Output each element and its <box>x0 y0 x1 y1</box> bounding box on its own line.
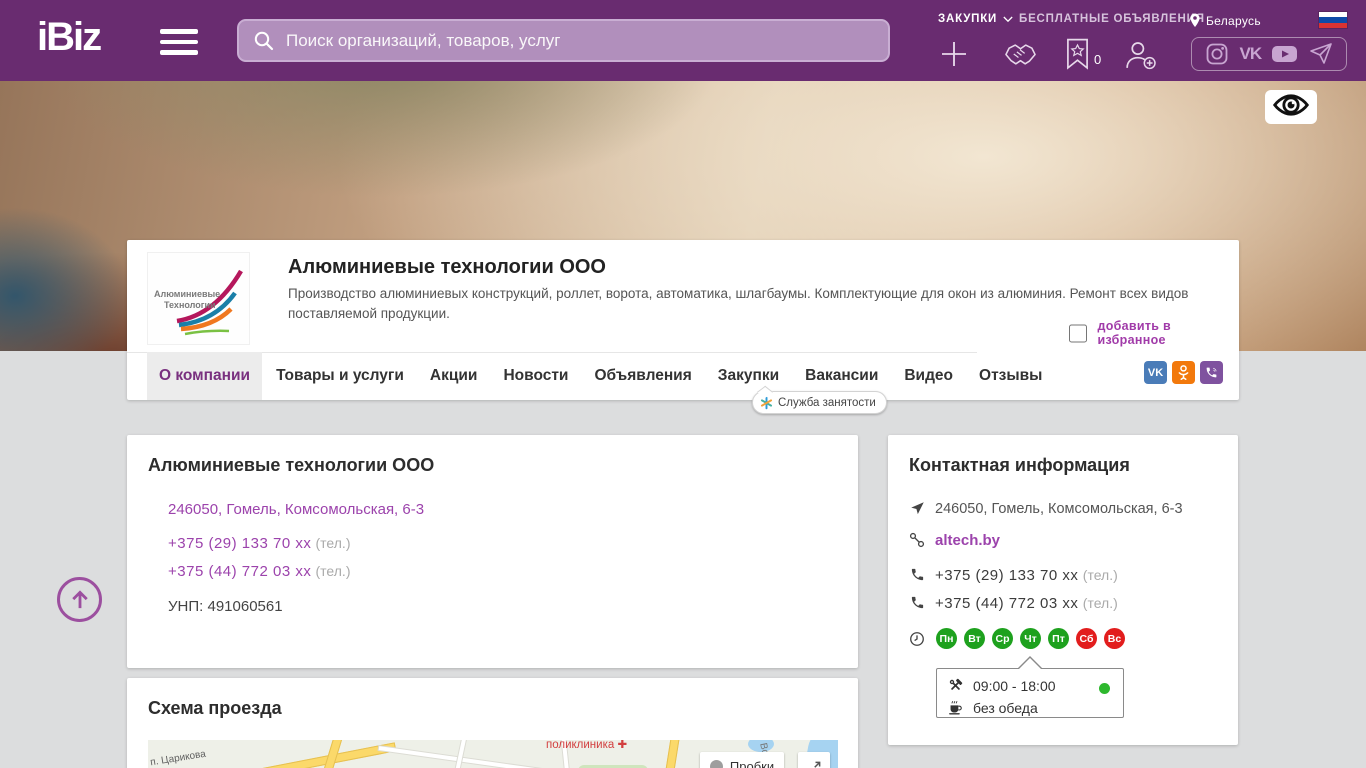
map-poi-label: поликлиника ✚ <box>546 740 627 751</box>
phone-link[interactable]: +375 (29) 133 70 xx <box>168 535 311 552</box>
tab-akcii[interactable]: Акции <box>418 352 490 400</box>
tab-video[interactable]: Видео <box>892 352 965 400</box>
map-expand-button[interactable] <box>798 752 830 768</box>
about-unp: УНП: 491060561 <box>168 598 283 615</box>
header-social-links: VK <box>1191 37 1347 71</box>
handshake-icon <box>1002 42 1039 69</box>
workday-Пн[interactable]: Пн <box>936 628 957 649</box>
scroll-top-icon <box>67 587 93 613</box>
instagram-icon[interactable] <box>1205 42 1229 66</box>
youtube-icon[interactable] <box>1271 43 1298 65</box>
nav-procurement[interactable]: ЗАКУПКИ <box>938 13 1013 25</box>
vacancies-tooltip-label: Служба занятости <box>778 397 876 409</box>
bookmark-star-icon <box>1064 38 1091 70</box>
company-description: Производство алюминиевых конструкций, ро… <box>288 284 1213 324</box>
contact-title: Контактная информация <box>909 455 1130 476</box>
eye-icon <box>1271 92 1311 123</box>
workday-Чт[interactable]: Чт <box>1020 628 1041 649</box>
workday-Сб[interactable]: Сб <box>1076 628 1097 649</box>
tab-otzyvy[interactable]: Отзывы <box>967 352 1054 400</box>
add-user-icon <box>1122 40 1158 70</box>
search-bar <box>237 19 890 62</box>
scroll-to-top-button[interactable] <box>57 577 102 622</box>
company-card: АлюминиевыеТехнологии Алюминиевые технол… <box>127 240 1239 400</box>
company-social-links: VK <box>1144 361 1223 384</box>
about-card: Алюминиевые технологии ООО 246050, Гомел… <box>127 435 858 668</box>
coffee-icon <box>947 699 964 716</box>
plus-icon <box>938 38 970 70</box>
company-logo: АлюминиевыеТехнологии <box>147 252 250 345</box>
contact-phone-row: +375 (44) 772 03 xx (тел.) <box>908 595 1118 613</box>
clock-icon <box>908 631 926 647</box>
contact-card: Контактная информация 246050, Гомель, Ко… <box>888 435 1238 745</box>
search-icon <box>252 29 276 53</box>
add-company-button[interactable] <box>938 38 970 75</box>
phone-link[interactable]: +375 (44) 772 03 xx <box>168 563 311 580</box>
viber-icon[interactable] <box>1200 361 1223 384</box>
signup-button[interactable] <box>1122 40 1158 75</box>
phone-link[interactable]: +375 (44) 772 03 xx <box>935 595 1078 612</box>
page: { "header": { "logo": "iBiz", "search": … <box>0 0 1366 768</box>
contact-website-row: altech.by <box>908 532 1000 549</box>
employment-service-icon <box>760 396 773 410</box>
company-tabs: О компанииТовары и услугиАкцииНовостиОбъ… <box>147 352 1056 400</box>
tab-tovary-i-uslugi[interactable]: Товары и услуги <box>264 352 416 400</box>
vk-icon[interactable]: VK <box>1240 44 1262 64</box>
about-address-link[interactable]: 246050, Гомель, Комсомольская, 6-3 <box>168 501 424 518</box>
link-icon <box>908 532 926 548</box>
location-pin-icon <box>1189 13 1201 28</box>
open-now-indicator <box>1099 683 1110 694</box>
add-to-favorites-label[interactable]: добавить в избранное <box>1097 319 1239 347</box>
nav-free-ads[interactable]: БЕСПЛАТНЫЕ ОБЪЯВЛЕНИЯ <box>1019 13 1205 25</box>
phone-icon <box>908 595 926 610</box>
contact-address-row: 246050, Гомель, Комсомольская, 6-3 <box>908 501 1183 517</box>
tab-novosti[interactable]: Новости <box>491 352 580 400</box>
tab-o-kompanii[interactable]: О компании <box>147 352 262 400</box>
russia-flag-icon[interactable] <box>1319 12 1347 28</box>
favorites-count-badge: 0 <box>1094 52 1101 67</box>
about-phone-row: +375 (29) 133 70 xx (тел.) <box>168 535 350 552</box>
favorites-button[interactable] <box>1064 38 1091 75</box>
working-hours-popup: 09:00 - 18:00 без обеда <box>936 668 1124 718</box>
contact-hours-row <box>908 631 935 647</box>
search-input[interactable] <box>286 31 888 51</box>
traffic-icon <box>710 760 723 768</box>
chevron-down-icon <box>1003 16 1013 23</box>
favorite-checkbox[interactable] <box>1069 324 1087 343</box>
workday-Вт[interactable]: Вт <box>964 628 985 649</box>
partners-button[interactable] <box>1002 42 1039 74</box>
site-header: iBiz ЗАКУПКИ БЕСПЛАТНЫЕ ОБЪЯВЛЕНИЯ Белар… <box>0 0 1366 81</box>
contact-phone-row: +375 (29) 133 70 xx (тел.) <box>908 567 1118 585</box>
website-link[interactable]: altech.by <box>935 532 1000 549</box>
working-hours: 09:00 - 18:00 <box>973 678 1056 694</box>
about-title: Алюминиевые технологии ООО <box>148 455 434 476</box>
expand-icon <box>805 759 823 768</box>
vk-icon[interactable]: VK <box>1144 361 1167 384</box>
map-title: Схема проезда <box>148 698 282 719</box>
contact-address: 246050, Гомель, Комсомольская, 6-3 <box>935 501 1183 517</box>
telegram-icon[interactable] <box>1309 42 1333 66</box>
site-logo[interactable]: iBiz <box>37 15 100 60</box>
traffic-button[interactable]: Пробки <box>700 752 784 768</box>
tab-obyavleniya[interactable]: Объявления <box>582 352 703 400</box>
workdays: Пн Вт Ср Чт Пт Сб Вс <box>936 628 1125 649</box>
phone-link[interactable]: +375 (29) 133 70 xx <box>935 567 1078 584</box>
views-eye-button[interactable] <box>1265 90 1317 124</box>
map[interactable]: поликлиника ✚ п. Царикова Вос Пробки <box>148 740 838 768</box>
map-card: Схема проезда поликлиника ✚ п. Царикова … <box>127 678 858 768</box>
workday-Пт[interactable]: Пт <box>1048 628 1069 649</box>
company-name: Алюминиевые технологии ООО <box>288 256 606 279</box>
lunch-label: без обеда <box>973 700 1038 716</box>
workday-Вс[interactable]: Вс <box>1104 628 1125 649</box>
nav-arrow-icon <box>908 501 926 516</box>
phone-icon <box>908 567 926 582</box>
map-street-label: п. Царикова <box>149 749 206 768</box>
ok-icon[interactable] <box>1172 361 1195 384</box>
about-phone-row: +375 (44) 772 03 xx (тел.) <box>168 563 350 580</box>
hamburger-menu-icon[interactable] <box>160 29 198 55</box>
workday-Ср[interactable]: Ср <box>992 628 1013 649</box>
tools-icon <box>947 677 964 694</box>
nav-country[interactable]: Беларусь <box>1189 13 1261 28</box>
vacancies-tooltip: Служба занятости <box>752 391 887 414</box>
